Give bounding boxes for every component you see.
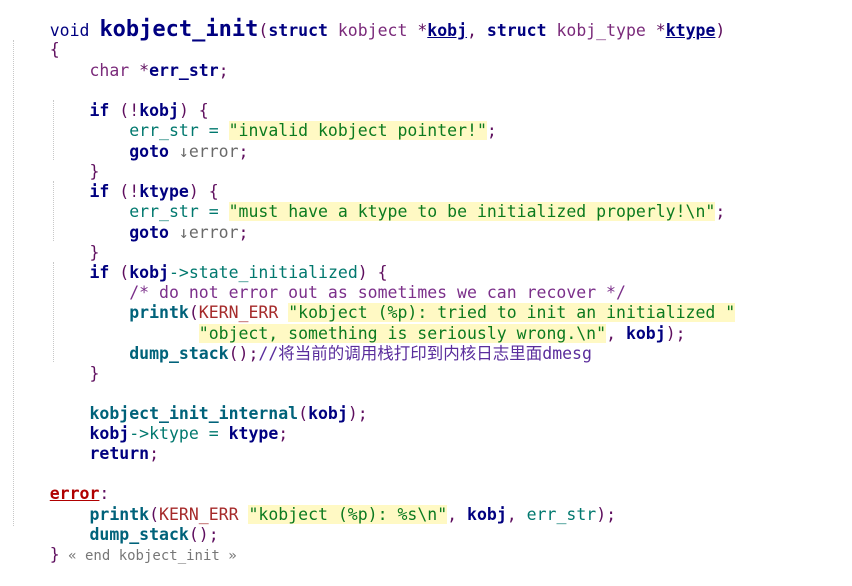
function-name-declaration[interactable]: kobject_init — [99, 17, 258, 42]
close-brace: } — [89, 364, 100, 383]
code-line: dump_stack(); — [10, 505, 219, 544]
var-kobj[interactable]: kobj — [626, 324, 666, 343]
pointer-star: * — [417, 21, 428, 40]
code-line: "object, something is seriously wrong.\n… — [10, 304, 686, 343]
semicolon: ; — [238, 142, 249, 161]
string-literal: "kobject (%p): %s\n" — [248, 505, 448, 524]
code-line: if (kobj->state_initialized) { — [10, 243, 388, 282]
semicolon: ; — [486, 121, 497, 140]
comma: , — [606, 324, 626, 343]
code-line: /* do not error out as sometimes we can … — [10, 263, 626, 302]
pointer-star: * — [655, 21, 666, 40]
var-kobj[interactable]: kobj — [467, 505, 507, 524]
type-kobj-type: kobj_type — [546, 21, 656, 40]
keyword-goto: goto — [129, 142, 169, 161]
code-line: } — [10, 344, 100, 383]
code-line: { — [10, 20, 60, 59]
var-kobj[interactable]: kobj — [308, 404, 348, 423]
code-line: kobj->ktype = ktype; — [10, 404, 289, 443]
goto-arrow-icon: ↓ — [168, 142, 189, 161]
code-line: printk(KERN_ERR "kobject (%p): %s\n", ko… — [10, 485, 616, 524]
call-dump-stack[interactable]: dump_stack — [129, 344, 228, 363]
paren: ( — [298, 404, 309, 423]
semicolon: ; — [149, 444, 160, 463]
code-line: err_str = "invalid kobject pointer!"; — [10, 101, 497, 140]
code-editor[interactable]: void kobject_init(struct kobject *kobj, … — [0, 0, 852, 564]
paren: ( — [258, 21, 269, 40]
code-line: } — [10, 223, 100, 262]
code-line: if (!ktype) { — [10, 162, 219, 201]
code-line: error: — [10, 464, 110, 503]
line-comment: //将当前的调用栈打印到内核日志里面dmesg — [258, 344, 592, 363]
semicolon: ; — [218, 61, 229, 80]
pointer-star: * — [129, 61, 150, 80]
var-err-str[interactable]: err_str — [149, 61, 219, 80]
code-line: } — [10, 142, 100, 181]
code-line: char *err_str; — [10, 41, 229, 80]
goto-arrow-icon: ↓ — [168, 223, 189, 242]
semicolon: ; — [715, 202, 726, 221]
param-ktype[interactable]: ktype — [666, 21, 716, 40]
assign-operator: = — [198, 424, 229, 443]
semicolon: ; — [278, 424, 289, 443]
var-ktype[interactable]: ktype — [229, 424, 279, 443]
string-literal: "must have a ktype to be initialized pro… — [228, 202, 716, 221]
param-kobj[interactable]: kobj — [427, 21, 467, 40]
keyword-return: return — [89, 444, 150, 463]
code-line: if (!kobj) { — [10, 81, 209, 120]
code-line: dump_stack();//将当前的调用栈打印到内核日志里面dmesg — [10, 324, 592, 363]
paren-close: ); — [596, 505, 617, 524]
paren-close: (); — [228, 344, 259, 363]
code-line: err_str = "must have a ktype to be initi… — [10, 182, 725, 221]
var-err-str[interactable]: err_str — [527, 505, 597, 524]
comma: , — [467, 21, 487, 40]
goto-label-link[interactable]: error — [189, 142, 239, 161]
paren-close: ); — [665, 324, 686, 343]
close-brace: } — [49, 545, 60, 564]
code-line: void kobject_init(struct kobject *kobj, … — [10, 0, 726, 41]
type-char: char — [89, 61, 130, 80]
paren: ) — [715, 21, 726, 40]
code-line: kobject_init_internal(kobj); — [10, 384, 368, 423]
keyword-goto: goto — [129, 223, 169, 242]
code-line: } « end kobject_init » — [10, 525, 237, 564]
type-kobject: kobject — [327, 21, 418, 40]
paren-close: ); — [347, 404, 368, 423]
code-line: goto ↓error; — [10, 122, 248, 161]
string-literal: "invalid kobject pointer!" — [228, 121, 487, 140]
code-line: printk(KERN_ERR "kobject (%p): tried to … — [10, 283, 736, 322]
comma: , — [447, 505, 468, 524]
code-line: return; — [10, 424, 160, 463]
goto-label-link[interactable]: error — [189, 223, 239, 242]
comma: , — [506, 505, 527, 524]
keyword-struct: struct — [268, 21, 328, 40]
code-line: goto ↓error; — [10, 203, 248, 242]
keyword-struct: struct — [486, 21, 547, 40]
semicolon: ; — [238, 223, 249, 242]
fold-end-marker[interactable]: « end kobject_init » — [60, 548, 237, 564]
